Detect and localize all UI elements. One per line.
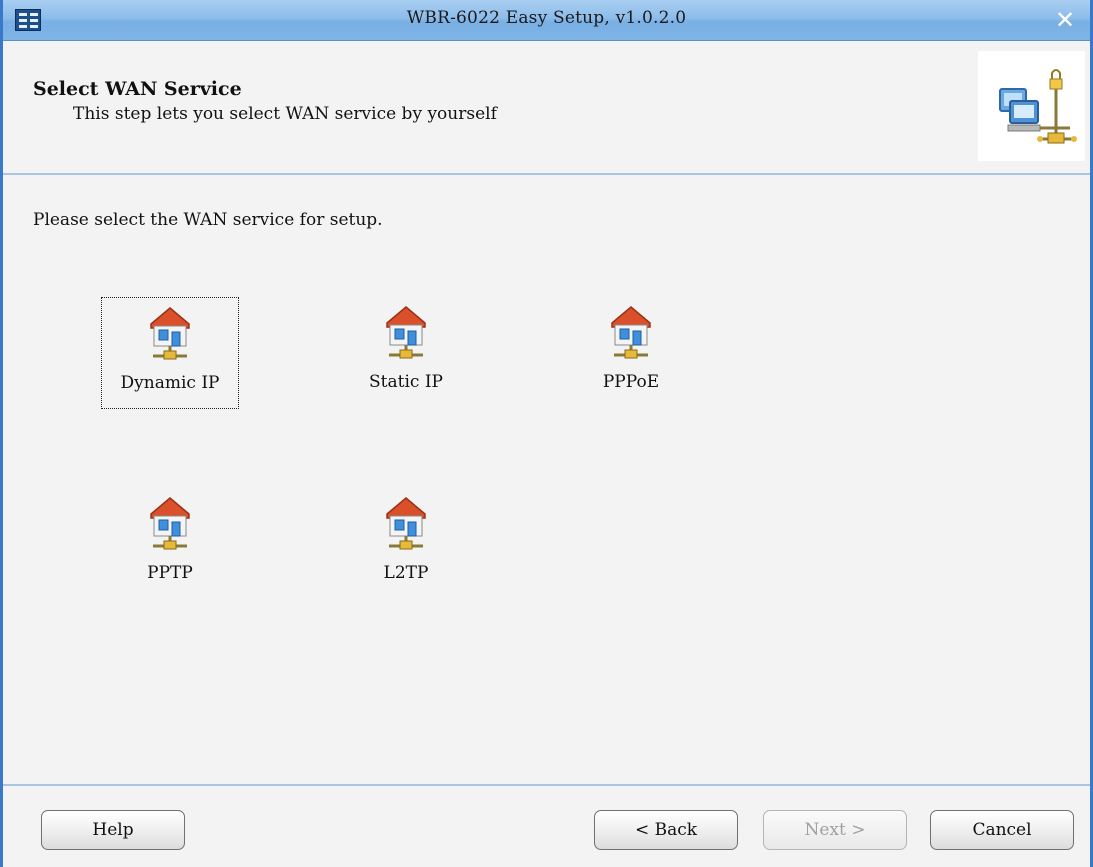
service-l2tp[interactable]: L2TP — [337, 488, 475, 600]
service-label: Dynamic IP — [120, 373, 220, 393]
house-network-icon — [611, 306, 651, 359]
service-label: PPTP — [147, 563, 193, 583]
house-network-icon — [386, 306, 426, 359]
service-pptp[interactable]: PPTP — [101, 488, 239, 600]
help-button[interactable]: Help — [41, 810, 185, 850]
page-title: Select WAN Service — [33, 78, 242, 100]
house-network-icon — [150, 497, 190, 550]
page-subtitle: This step lets you select WAN service by… — [73, 104, 497, 124]
service-label: Static IP — [369, 372, 443, 392]
title-bar[interactable]: WBR-6022 Easy Setup, v1.0.2.0 ✕ — [3, 0, 1090, 41]
service-dynamic-ip[interactable]: Dynamic IP — [101, 297, 239, 409]
service-pppoe[interactable]: PPPoE — [562, 297, 700, 409]
back-button[interactable]: < Back — [594, 810, 738, 850]
instruction-text: Please select the WAN service for setup. — [33, 210, 383, 230]
network-computers-icon — [978, 51, 1085, 161]
setup-window: WBR-6022 Easy Setup, v1.0.2.0 ✕ Select W… — [0, 0, 1093, 867]
service-label: PPPoE — [602, 372, 660, 392]
next-button[interactable]: Next > — [763, 810, 907, 850]
service-static-ip[interactable]: Static IP — [337, 297, 475, 409]
cancel-button[interactable]: Cancel — [930, 810, 1074, 850]
house-network-icon — [386, 497, 426, 550]
service-label: L2TP — [383, 563, 429, 583]
footer-divider — [3, 784, 1090, 786]
window-title: WBR-6022 Easy Setup, v1.0.2.0 — [406, 8, 687, 28]
close-icon[interactable]: ✕ — [1052, 8, 1078, 32]
wizard-header: Select WAN Service This step lets you se… — [3, 41, 1090, 175]
house-network-icon — [150, 307, 190, 360]
